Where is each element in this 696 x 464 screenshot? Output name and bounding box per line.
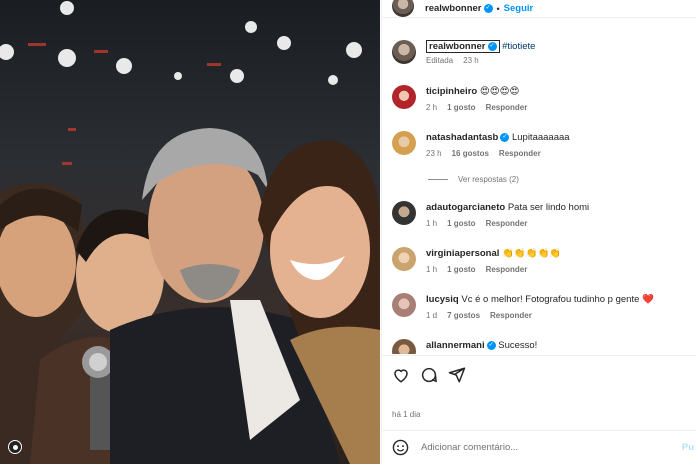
verified-badge-icon: ✓: [483, 4, 493, 13]
heart-icon[interactable]: [392, 366, 410, 384]
comments-list[interactable]: realwbonner ✓ #tiotiete Editada 23 h ticip…: [382, 28, 696, 354]
verified-badge-icon: ✓: [500, 132, 510, 142]
comment-item: virginiapersonal 👏👏👏👏👏 1 h 1 gosto Respond…: [392, 247, 690, 274]
tagged-user-icon[interactable]: [8, 440, 22, 454]
add-comment-bar: Adicionar comentário... Pu: [382, 430, 696, 464]
reply-button[interactable]: Responder: [486, 219, 528, 228]
edited-label: Editada: [426, 56, 454, 65]
post-actions: há 1 dia: [382, 355, 696, 419]
comment-text: Vc é o melhor! Fotografou tudinho p gent…: [461, 294, 643, 305]
commenter-username[interactable]: natashadantasb: [426, 132, 498, 143]
comment-text: Lupitaaaaaaa: [511, 132, 570, 143]
comment-icon[interactable]: [420, 366, 438, 384]
selfie-illustration: [0, 1, 380, 464]
comment-likes[interactable]: 7 gostos: [447, 311, 480, 320]
author-avatar[interactable]: [392, 0, 414, 17]
commenter-avatar[interactable]: [392, 131, 416, 155]
commenter-avatar[interactable]: [392, 293, 416, 317]
comment-item: adautogarcianeto Pata ser lindo homi 1 h…: [392, 201, 690, 228]
comment-text: 👏👏👏👏👏: [502, 248, 562, 259]
comment-item: lucysiq Vc é o melhor! Fotografou tudinh…: [392, 293, 690, 320]
post-header: realwbonner ✓ • Seguir: [382, 0, 696, 18]
comment-input[interactable]: Adicionar comentário...: [421, 442, 518, 453]
commenter-username[interactable]: adautogarcianeto: [426, 202, 505, 213]
comment-item: ticipinheiro 😍😍😍😍 2 h 1 gosto Responder: [392, 85, 690, 112]
comment-likes[interactable]: 1 gosto: [447, 219, 475, 228]
comment-text: Pata ser lindo homi: [507, 202, 590, 213]
reply-button[interactable]: Responder: [499, 149, 541, 158]
commenter-username[interactable]: allannermani: [426, 340, 485, 351]
follow-button[interactable]: Seguir: [504, 3, 534, 14]
comment-item: allannermani ✓ Sucesso!: [392, 339, 690, 354]
comment-age[interactable]: 2 h: [426, 103, 437, 112]
post-side-panel: realwbonner ✓ • Seguir realwbonner ✓ #tio…: [381, 0, 696, 464]
comment-likes[interactable]: 1 gosto: [447, 103, 475, 112]
commenter-username[interactable]: lucysiq: [426, 294, 459, 305]
reply-button[interactable]: Responder: [486, 265, 528, 274]
caption: realwbonner ✓ #tiotiete Editada 23 h: [392, 40, 690, 65]
caption-username[interactable]: realwbonner: [429, 41, 486, 52]
emoji-icon[interactable]: [392, 439, 409, 456]
commenter-username[interactable]: virginiapersonal: [426, 248, 499, 259]
commenter-avatar[interactable]: [392, 339, 416, 354]
caption-avatar[interactable]: [392, 40, 416, 64]
caption-age[interactable]: 23 h: [463, 56, 479, 65]
comment-item: natashadantasb ✓ Lupitaaaaaaa 23 h 16 gost…: [392, 131, 690, 158]
caption-hashtag[interactable]: #tiotiete: [502, 41, 535, 52]
comment-age[interactable]: 1 d: [426, 311, 437, 320]
separator-dot: •: [496, 3, 500, 14]
comment-text: 😍😍😍😍: [479, 86, 520, 97]
commenter-avatar[interactable]: [392, 201, 416, 225]
heart-emoji: ❤️: [642, 294, 654, 305]
commenter-username[interactable]: ticipinheiro: [426, 86, 477, 97]
verified-badge-icon: ✓: [486, 340, 496, 350]
post-age[interactable]: há 1 dia: [392, 410, 420, 419]
verified-badge-icon: ✓: [487, 41, 497, 51]
author-username[interactable]: realwbonner: [425, 3, 482, 14]
comment-likes[interactable]: 16 gostos: [452, 149, 489, 158]
reply-button[interactable]: Responder: [490, 311, 532, 320]
post-comment-button[interactable]: Pu: [682, 442, 694, 453]
view-replies-button[interactable]: Ver respostas (2): [428, 175, 519, 184]
share-icon[interactable]: [448, 366, 466, 384]
comment-age[interactable]: 1 h: [426, 219, 437, 228]
commenter-avatar[interactable]: [392, 247, 416, 271]
replies-divider: [428, 179, 448, 180]
reply-button[interactable]: Responder: [486, 103, 528, 112]
post-photo[interactable]: [0, 0, 380, 464]
comment-age[interactable]: 23 h: [426, 149, 442, 158]
commenter-avatar[interactable]: [392, 85, 416, 109]
view-replies-label: Ver respostas (2): [458, 175, 519, 184]
comment-text: Sucesso!: [498, 340, 538, 351]
comment-likes[interactable]: 1 gosto: [447, 265, 475, 274]
comment-age[interactable]: 1 h: [426, 265, 437, 274]
